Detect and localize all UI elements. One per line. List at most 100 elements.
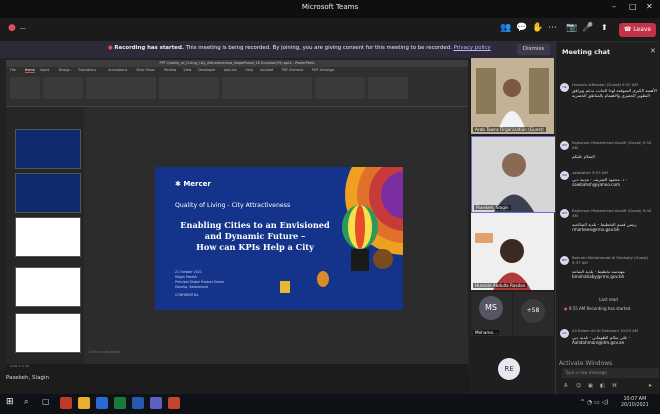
ribbon-tab[interactable]: Home xyxy=(24,68,35,73)
avatar: RM xyxy=(560,209,569,218)
app-icon[interactable] xyxy=(60,397,72,409)
maximize-button[interactable]: □ xyxy=(629,2,637,11)
ribbon-tab[interactable]: Acrobat xyxy=(260,68,273,72)
ribbon-tab[interactable]: Review xyxy=(164,68,176,72)
presenter-strip: Pasekeh, Slagin xyxy=(0,370,470,394)
more-participants-count: +58 xyxy=(521,299,545,323)
message-author: Ali Salem Ali Al Dahmani 10:04 AM xyxy=(572,328,639,333)
participant-name: Mohame... xyxy=(473,330,500,335)
avatar: HR xyxy=(560,83,569,92)
teams-icon[interactable] xyxy=(150,397,162,409)
app-icon[interactable] xyxy=(114,397,126,409)
participant-name: Pasekeh, Slagin xyxy=(474,205,511,210)
camera-icon[interactable]: 📷 xyxy=(566,23,577,33)
activate-windows-watermark: Activate Windows xyxy=(559,360,613,367)
presenter-name: Pasekeh, Slagin xyxy=(6,375,49,381)
chat-title: Meeting chat xyxy=(562,48,611,56)
ribbon-tab[interactable]: Design xyxy=(59,68,71,72)
ribbon-tab[interactable]: Slide Show xyxy=(136,68,155,72)
slide-thumbnail[interactable] xyxy=(15,217,81,257)
message-body: علي سالم الظهماني - بلدية دبي - Aalidahm… xyxy=(572,335,631,346)
gif-icon[interactable]: ▣ xyxy=(588,383,593,389)
message-author: Hussain alRasdan (Guest) 9:32 AM xyxy=(572,82,638,87)
ribbon-tab[interactable]: Add-ins xyxy=(224,68,237,72)
recording-banner: ● Recording has started. This meeting is… xyxy=(0,42,555,58)
more-actions-icon[interactable]: ⋯ xyxy=(548,23,557,33)
drawing-group xyxy=(222,77,312,99)
task-view-icon[interactable]: ▢ xyxy=(42,397,54,409)
app-icon[interactable] xyxy=(96,397,108,409)
current-slide: ✱ Mercer Quality of Living - City Attrac… xyxy=(155,167,403,310)
chat-compose-input[interactable]: Type a new message xyxy=(562,368,659,378)
slide-thumbnail[interactable] xyxy=(15,267,81,307)
share-icon[interactable]: ⬆ xyxy=(601,23,608,32)
taskbar-clock[interactable]: 10:07 AM 20/10/2021 xyxy=(621,397,649,409)
close-button[interactable]: ✕ xyxy=(646,2,653,11)
file-explorer-icon[interactable] xyxy=(78,397,90,409)
slide-thumbnail-panel[interactable] xyxy=(6,107,84,364)
mic-icon[interactable]: 🎤 xyxy=(582,23,593,33)
ribbon-tab[interactable]: PDF Xchange xyxy=(312,68,335,72)
minimize-button[interactable]: – xyxy=(612,2,616,11)
ribbon-tab[interactable]: Transitions xyxy=(78,68,96,72)
powerpoint-icon[interactable] xyxy=(168,397,180,409)
ribbon-tab[interactable]: View xyxy=(183,68,191,72)
message-author: sawbahsh 9:33 AM xyxy=(572,170,608,175)
participant-name: Arab Towns Organization (Guest) xyxy=(473,127,546,132)
voice-group xyxy=(368,77,408,99)
ribbon-tab[interactable]: Insert xyxy=(40,68,50,72)
close-chat-icon[interactable]: ✕ xyxy=(650,47,656,55)
message-body: السلام عليكم xyxy=(572,154,595,159)
last-read-divider: Last read xyxy=(599,297,618,302)
more-participants-tile[interactable]: +58 xyxy=(513,292,554,336)
slide-thumbnail[interactable] xyxy=(15,129,81,169)
ribbon-tab[interactable]: Help xyxy=(245,68,253,72)
message-body: الأهمية الكبرى المتوقعة لهذا الجانب يدعم… xyxy=(572,88,657,99)
participant-tile[interactable]: MS Mohame... xyxy=(471,292,512,336)
self-avatar[interactable]: RE xyxy=(498,358,520,380)
ribbon-tab[interactable]: PDF Element xyxy=(282,68,304,72)
title-bar: Microsoft Teams – □ ✕ xyxy=(0,0,660,18)
avatar: RM xyxy=(560,141,569,150)
message-author: Rajkumar Mohammed Alsaifi (Guest) 9:34 A… xyxy=(572,140,652,150)
mercer-logo: ✱ Mercer xyxy=(175,180,211,188)
chat-message: RM Rajkumar Mohammed Alsaifi (Guest) 9:3… xyxy=(560,208,660,246)
ribbon-tab[interactable]: Animations xyxy=(108,68,127,72)
participant-video xyxy=(471,213,554,290)
emoji-icon[interactable]: ☺ xyxy=(576,383,581,389)
chat-message: HR Hussain alRasdan (Guest) 9:32 AM الأه… xyxy=(560,82,660,120)
people-icon[interactable]: 👥 xyxy=(500,23,511,33)
slide-subtitle: Quality of Living - City Attractiveness xyxy=(175,202,291,209)
format-icon[interactable]: A xyxy=(564,383,567,389)
font-group xyxy=(86,77,156,99)
sticker-icon[interactable]: ◧ xyxy=(600,383,605,389)
start-button[interactable]: ⊞ xyxy=(6,397,18,409)
edge-icon[interactable] xyxy=(132,397,144,409)
chat-message: RM Rajkumar Mohammed Alsaifi (Guest) 9:3… xyxy=(560,140,660,164)
privacy-policy-link[interactable]: Privacy policy xyxy=(454,45,491,51)
ribbon-tab[interactable]: File xyxy=(10,68,16,72)
participant-video-tile[interactable]: Arab Towns Organization (Guest) xyxy=(471,58,554,134)
ribbon-tab[interactable]: Developer xyxy=(198,68,215,72)
system-tray-icons[interactable]: ^ ◔ ▭ ◁) xyxy=(580,399,609,406)
slide-thumbnail[interactable] xyxy=(15,313,81,353)
window-title: Microsoft Teams xyxy=(301,3,359,11)
participant-video-tile[interactable]: Pasekeh, Slagin xyxy=(471,136,556,213)
send-icon[interactable]: ➤ xyxy=(648,383,652,389)
dismiss-button[interactable]: Dismiss xyxy=(517,44,550,55)
message-body: د. محمود الشريف - مدينة دبي - sawbahsh@y… xyxy=(572,177,628,188)
raise-hand-icon[interactable]: ✋ xyxy=(532,23,543,33)
clipboard-group xyxy=(10,77,40,99)
message-body: رئيس قسم التخطيط - بلدية الصالحية rmarke… xyxy=(572,222,637,233)
leave-button[interactable]: ☎ Leave xyxy=(619,23,656,37)
search-icon[interactable]: ⌕ xyxy=(24,397,36,409)
participant-video-tile[interactable]: Hussain Abdulla Rasdan xyxy=(471,213,554,290)
notes-hint: Click to add notes xyxy=(89,350,120,354)
meeting-toolbar: ● — 👥 💬 ✋ ⋯ 📷 🎤 ⬆ ☎ Leave xyxy=(0,18,660,42)
slide-thumbnail[interactable] xyxy=(15,173,81,213)
meeting-timer: — xyxy=(20,25,26,32)
chat-icon[interactable]: 💬 xyxy=(516,23,527,33)
meeting-chat-panel: Meeting chat ✕ HR Hussain alRasdan (Gues… xyxy=(555,42,660,394)
attach-icon[interactable]: ⌘ xyxy=(612,383,617,389)
guest-video xyxy=(471,58,554,134)
